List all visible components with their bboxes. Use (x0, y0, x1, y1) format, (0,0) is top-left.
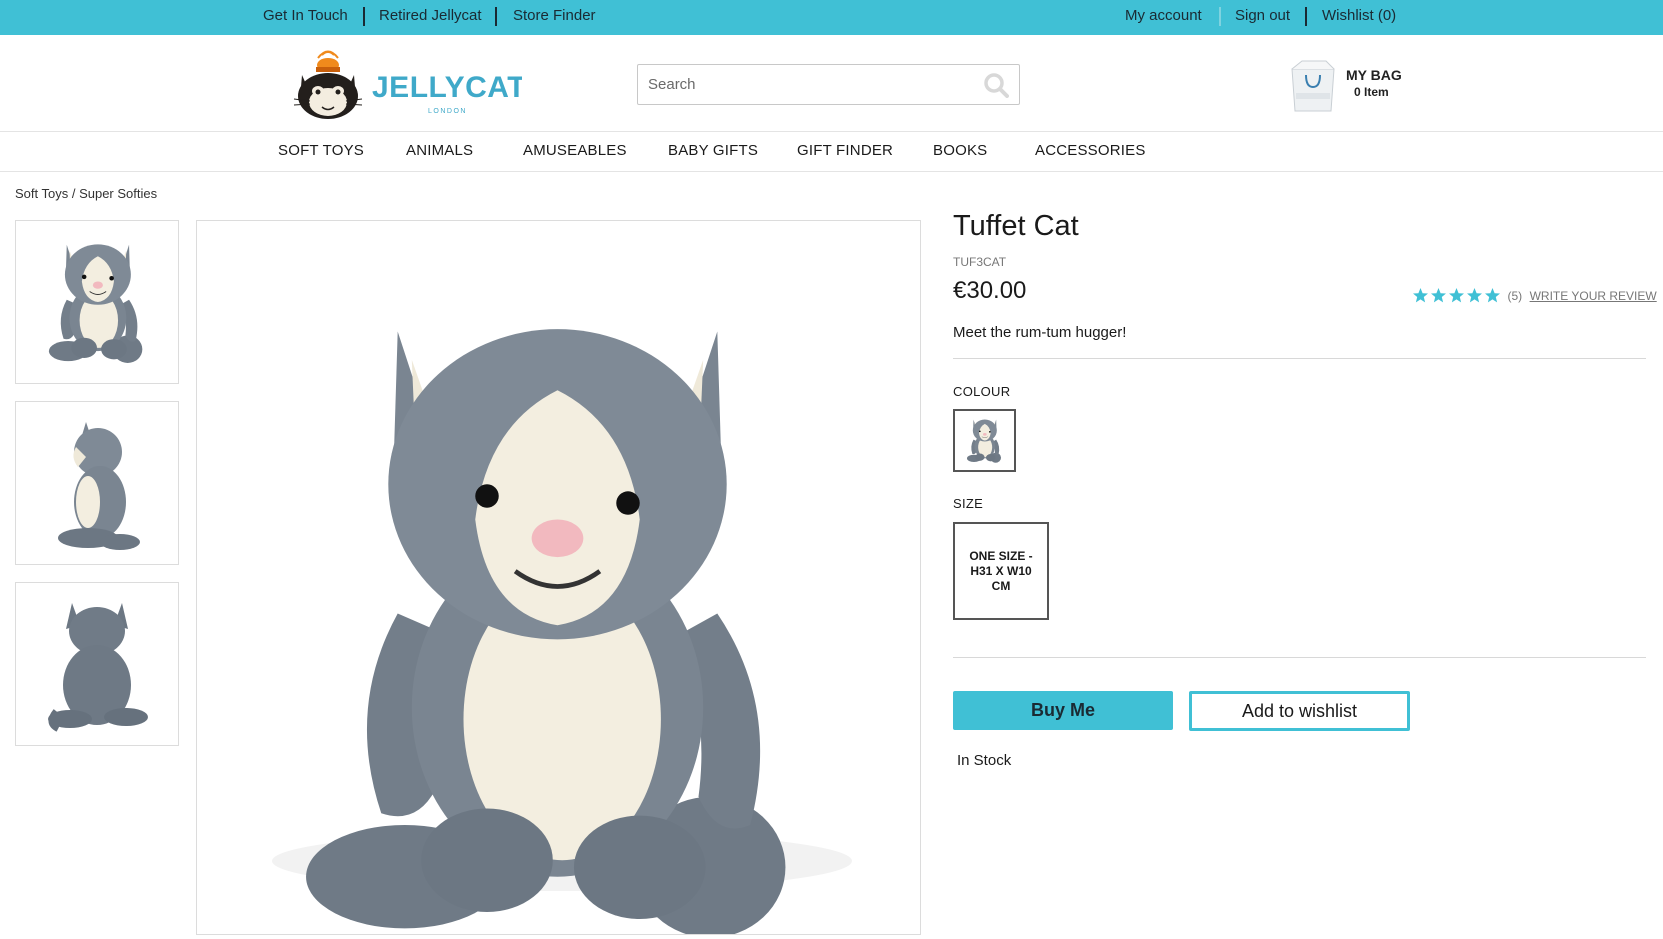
divider (953, 657, 1646, 658)
cat-logo-icon: JELLYCAT LONDON (293, 50, 526, 119)
product-tagline: Meet the rum-tum hugger! (953, 324, 1127, 341)
logo-subtitle: LONDON (428, 108, 467, 115)
thumbnail-front[interactable] (15, 220, 179, 384)
my-bag-button[interactable]: MY BAG 0 Item (1284, 55, 1434, 115)
size-label: SIZE (953, 496, 984, 511)
colour-label: COLOUR (953, 384, 1011, 399)
stock-status: In Stock (957, 752, 1012, 769)
sign-out-link[interactable]: Sign out (1235, 0, 1290, 35)
bag-item-count: 0 Item (1354, 85, 1389, 99)
topbar-divider (1305, 7, 1307, 26)
nav-baby-gifts[interactable]: BABY GIFTS (668, 131, 758, 171)
get-in-touch-link[interactable]: Get In Touch (263, 0, 348, 35)
product-photo (272, 221, 852, 934)
top-utility-bar: Get In Touch Retired Jellycat Store Find… (0, 0, 1663, 35)
search-input[interactable] (648, 65, 968, 104)
topbar-divider (363, 7, 365, 26)
nav-animals[interactable]: ANIMALS (406, 131, 473, 171)
nav-accessories[interactable]: ACCESSORIES (1035, 131, 1146, 171)
jellycat-logo[interactable]: JELLYCAT LONDON (292, 49, 526, 121)
product-price: €30.00 (953, 277, 1027, 304)
nav-soft-toys[interactable]: SOFT TOYS (278, 131, 364, 171)
review-count: (5) (1507, 288, 1523, 303)
product-rating: (5) WRITE YOUR REVIEW (1412, 287, 1657, 307)
swatch-image (966, 419, 1002, 463)
bag-title: MY BAG (1346, 67, 1402, 83)
search-bar (637, 64, 1020, 105)
breadcrumb: Soft Toys / Super Softies (15, 186, 157, 201)
thumbnail-side[interactable] (15, 401, 179, 565)
breadcrumb-path[interactable]: Soft Toys / Super Softies (15, 186, 157, 201)
add-to-wishlist-button[interactable]: Add to wishlist (1189, 691, 1410, 731)
my-account-link[interactable]: My account (1125, 0, 1202, 35)
nav-books[interactable]: BOOKS (933, 131, 987, 171)
product-title: Tuffet Cat (953, 210, 1079, 242)
star-rating-icon (1413, 288, 1500, 303)
site-header: JELLYCAT LONDON MY BAG 0 Item (0, 35, 1663, 132)
thumbnail-back[interactable] (15, 582, 179, 746)
product-sku: TUF3CAT (953, 255, 1007, 269)
retired-jellycat-link[interactable]: Retired Jellycat (379, 0, 482, 35)
main-product-image[interactable] (196, 220, 921, 935)
buy-me-button[interactable]: Buy Me (953, 691, 1173, 730)
size-option-label: ONE SIZE - H31 X W10 CM (969, 548, 1033, 593)
colour-swatch-grey[interactable] (953, 409, 1016, 472)
logo-wordmark: JELLYCAT (372, 71, 522, 104)
nav-gift-finder[interactable]: GIFT FINDER (797, 131, 893, 171)
shopping-bag-icon (1291, 60, 1335, 112)
write-review-link[interactable]: WRITE YOUR REVIEW (1530, 289, 1657, 303)
divider (953, 358, 1646, 359)
thumbnail-image (48, 243, 143, 364)
thumbnail-image (58, 422, 140, 550)
topbar-divider (495, 7, 497, 26)
size-option-one-size[interactable]: ONE SIZE - H31 X W10 CM (953, 522, 1049, 620)
main-navigation: SOFT TOYS ANIMALS AMUSEABLES BABY GIFTS … (0, 131, 1663, 172)
nav-amuseables[interactable]: AMUSEABLES (523, 131, 627, 171)
topbar-divider (1219, 7, 1221, 26)
search-icon[interactable] (983, 72, 1009, 98)
thumbnail-image (48, 603, 148, 732)
wishlist-link[interactable]: Wishlist (0) (1322, 0, 1396, 35)
store-finder-link[interactable]: Store Finder (513, 0, 596, 35)
